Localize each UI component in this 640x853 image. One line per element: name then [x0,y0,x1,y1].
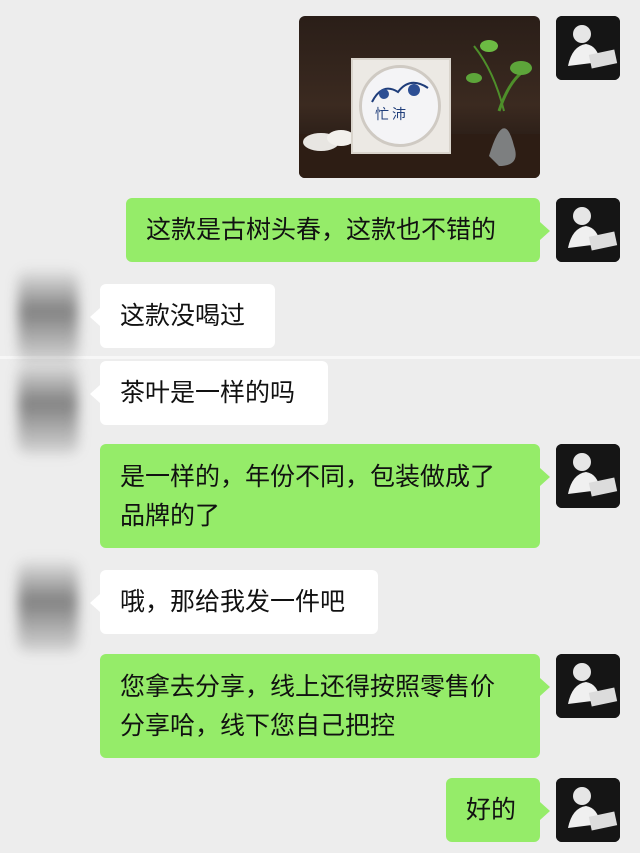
message-bubble-other[interactable]: 这款没喝过 [90,284,275,348]
person-reading-avatar-icon [556,16,620,80]
tea-brand-label: 忙沛 [375,107,409,123]
message-bubble-self[interactable]: 这款是古树头春，这款也不错的 [126,198,550,262]
tea-photo-message[interactable]: 忙沛 [299,16,540,178]
message-bubble-other[interactable]: 茶叶是一样的吗 [90,361,328,425]
self-avatar[interactable] [556,654,620,718]
message-bubble-self[interactable]: 好的 [446,778,550,842]
other-avatar[interactable] [18,560,78,652]
message-text: 这款是古树头春，这款也不错的 [146,215,497,244]
message-text: 茶叶是一样的吗 [120,378,296,407]
message-text: 哦，那给我发一件吧 [120,587,346,616]
self-avatar[interactable] [556,444,620,508]
message-text-line-2: 分享哈，线下您自己把控 [120,711,396,740]
message-bubble-other[interactable]: 哦，那给我发一件吧 [90,570,378,634]
person-reading-avatar-icon [556,778,620,842]
tea-box: 忙沛 [351,58,451,154]
person-reading-avatar-icon [556,444,620,508]
message-text-line-1: 是一样的，年份不同，包装做成了 [120,462,496,491]
self-avatar[interactable] [556,16,620,80]
message-text: 好的 [466,795,517,824]
message-text: 这款没喝过 [120,301,246,330]
screenshot-seam [0,356,640,359]
self-avatar[interactable] [556,198,620,262]
person-reading-avatar-icon [556,198,620,262]
message-bubble-self[interactable]: 是一样的，年份不同，包装做成了 品牌的了 [100,444,550,548]
message-text-line-1: 您拿去分享，线上还得按照零售价 [120,672,496,701]
person-reading-avatar-icon [556,654,620,718]
other-avatar[interactable] [18,362,78,454]
message-text-line-2: 品牌的了 [120,501,221,530]
other-avatar[interactable] [18,270,78,362]
self-avatar[interactable] [556,778,620,842]
message-bubble-self[interactable]: 您拿去分享，线上还得按照零售价 分享哈，线下您自己把控 [100,654,550,758]
